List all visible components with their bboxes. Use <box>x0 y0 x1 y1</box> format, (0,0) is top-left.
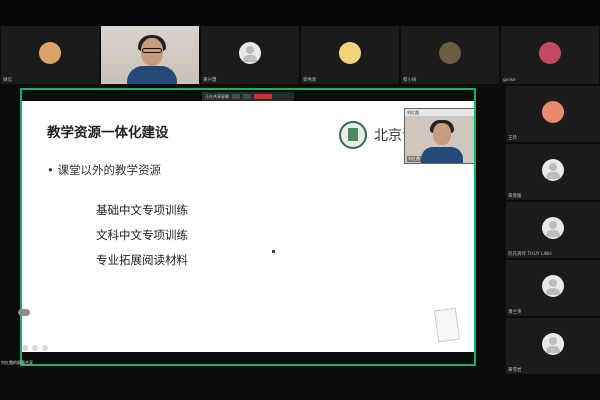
participant-name: 黄雪岩 <box>508 368 522 373</box>
right-participant-column: 王玲 黄香媛 阮氏清玲 THUY LINH 潘兰英 黄雪岩 <box>506 86 600 400</box>
user-icon <box>542 159 564 181</box>
presenter-bar: 刘红霞 <box>405 109 475 116</box>
user-icon <box>542 217 564 239</box>
document-icon <box>433 307 461 343</box>
mouse-cursor-icon <box>272 250 275 253</box>
stop-share-button[interactable] <box>254 94 272 99</box>
badge-icon <box>539 42 561 64</box>
participant-video <box>101 26 199 84</box>
top-bar <box>0 0 600 26</box>
slide-title: 教学资源一体化建设 <box>47 125 169 141</box>
participant-name: 刘红霞 <box>103 78 117 83</box>
presenter-label: 刘红霞 <box>407 109 419 115</box>
collapse-tab[interactable] <box>18 309 30 316</box>
participant-name: 黄兴慧 <box>203 78 217 83</box>
flower-icon <box>542 101 564 123</box>
shared-screen-name: 刘红霞的屏幕共享 <box>1 360 33 365</box>
participant-name: gerke <box>503 78 516 83</box>
slide-item: 文科中文专项训练 <box>96 228 188 242</box>
participant-gallery: 微信 刘红霞 黄兴慧 郭秀新 蔡小研 gerke <box>0 26 600 84</box>
bird-icon <box>439 42 461 64</box>
pen-icon[interactable] <box>22 345 28 351</box>
participant-name: 潘兰英 <box>508 310 522 315</box>
more-button[interactable] <box>243 94 251 99</box>
presenter-name: 刘红霞 <box>407 156 421 162</box>
participant-tile[interactable]: 蔡小研 <box>401 26 499 84</box>
participant-tile[interactable]: 黄香媛 <box>506 144 600 200</box>
mini-controls[interactable] <box>22 345 48 351</box>
share-toolbar[interactable]: 正在共享屏幕 <box>202 92 294 101</box>
pointer-icon[interactable] <box>32 345 38 351</box>
avatar-icon <box>39 42 61 64</box>
participant-tile[interactable]: 王玲 <box>506 86 600 142</box>
presenter-video[interactable]: 刘红霞 刘红霞 <box>404 108 476 164</box>
slide-item: 基础中文专项训练 <box>96 203 188 217</box>
participant-tile[interactable]: 黄雪岩 <box>506 318 600 374</box>
participant-tile[interactable]: 郭秀新 <box>301 26 399 84</box>
arrow-icon[interactable] <box>42 345 48 351</box>
cat-icon <box>339 42 361 64</box>
participant-tile[interactable]: 黄兴慧 <box>201 26 299 84</box>
participant-name: 郭秀新 <box>303 78 317 83</box>
participant-tile[interactable]: 微信 <box>1 26 99 84</box>
participant-tile[interactable]: 阮氏清玲 THUY LINH <box>506 202 600 258</box>
user-icon <box>542 275 564 297</box>
participant-name: 黄香媛 <box>508 194 522 199</box>
participant-name: 阮氏清玲 THUY LINH <box>508 252 552 257</box>
participant-name: 蔡小研 <box>403 78 417 83</box>
user-icon <box>542 333 564 355</box>
participant-tile[interactable]: 潘兰英 <box>506 260 600 316</box>
participant-name: 微信 <box>3 78 12 83</box>
annotate-button[interactable] <box>232 94 240 99</box>
participant-tile[interactable]: gerke <box>501 26 599 84</box>
slide-bullet: • 课堂以外的教学资源 <box>47 163 161 177</box>
user-icon <box>239 42 261 64</box>
share-label: 正在共享屏幕 <box>205 93 229 99</box>
participant-tile-video[interactable]: 刘红霞 <box>101 26 199 84</box>
participant-name: 王玲 <box>508 136 517 141</box>
slide-item: 专业拓展阅读材料 <box>96 253 188 267</box>
university-logo-icon <box>339 121 367 149</box>
meeting-window: 微信 刘红霞 黄兴慧 郭秀新 蔡小研 gerke 正在共享屏幕 教学资源一体化建… <box>0 0 600 400</box>
